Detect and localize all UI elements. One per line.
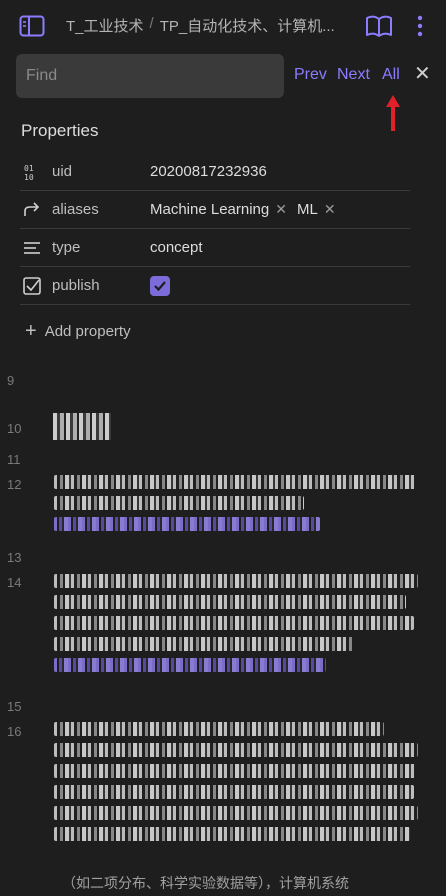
find-bar: Prev Next All ✕ (0, 50, 446, 102)
add-property-button[interactable]: + Add property (25, 321, 131, 341)
breadcrumb-item-note[interactable]: TP_自动化技术、计算机... (160, 15, 335, 36)
line-number: 16 (7, 724, 22, 739)
pixelated-heading (53, 413, 111, 440)
checkbox-icon (20, 274, 44, 298)
sidebar-toggle-icon[interactable] (17, 11, 47, 41)
line-number: 10 (7, 421, 22, 436)
property-row-aliases[interactable]: aliases Machine Learning ✕ ML ✕ (20, 191, 410, 229)
property-row-type[interactable]: type concept (20, 229, 410, 267)
plus-icon: + (25, 320, 37, 342)
number-icon: 01 10 (20, 160, 44, 184)
breadcrumb-item-folder[interactable]: T_工业技术 (66, 15, 144, 36)
find-next-button[interactable]: Next (337, 66, 370, 84)
alias-pill-text[interactable]: ML (297, 201, 318, 218)
pixelated-paragraph (54, 475, 416, 538)
red-arrow-annotation (386, 95, 400, 131)
property-row-publish[interactable]: publish (20, 267, 410, 305)
line-number: 13 (7, 550, 22, 565)
property-value[interactable]: concept (150, 239, 203, 256)
remove-alias-icon[interactable]: ✕ (275, 201, 287, 218)
text-lines-icon (20, 236, 44, 260)
property-key: publish (52, 277, 100, 294)
line-number: 15 (7, 699, 22, 714)
alias-pills: Machine Learning ✕ ML ✕ (150, 201, 340, 218)
find-prev-button[interactable]: Prev (294, 66, 327, 84)
more-options-icon[interactable] (410, 11, 430, 41)
breadcrumb: T_工业技术 / TP_自动化技术、计算机... (66, 15, 335, 36)
line-number: 11 (7, 452, 21, 467)
find-all-button[interactable]: All (382, 66, 400, 84)
add-property-label: Add property (44, 322, 131, 340)
line-number: 9 (7, 373, 15, 388)
publish-checkbox-wrap (150, 275, 170, 296)
property-row-uid[interactable]: 01 10 uid 20200817232936 (20, 153, 410, 191)
property-key: uid (52, 163, 73, 180)
properties-title: Properties (21, 121, 99, 140)
alias-arrow-icon (20, 198, 44, 222)
reading-mode-book-icon[interactable] (364, 11, 394, 41)
top-bar: T_工业技术 / TP_自动化技术、计算机... (0, 0, 446, 50)
alias-pill-text[interactable]: Machine Learning (150, 201, 269, 218)
property-value[interactable]: 20200817232936 (150, 163, 267, 180)
partial-line-text: （如二项分布、科学实验数据等），计算机系统 (62, 875, 349, 891)
find-close-button[interactable]: ✕ (414, 64, 431, 84)
svg-text:10: 10 (24, 173, 34, 181)
property-key: type (52, 239, 81, 256)
pixelated-paragraph (54, 722, 418, 848)
find-input[interactable] (16, 54, 284, 98)
line-number: 14 (7, 575, 22, 590)
svg-text:01: 01 (24, 164, 34, 173)
line-number: 12 (7, 477, 22, 492)
pixelated-paragraph (54, 574, 418, 679)
publish-checkbox[interactable] (150, 275, 170, 296)
breadcrumb-separator: / (149, 15, 154, 32)
property-key: aliases (52, 201, 99, 218)
remove-alias-icon[interactable]: ✕ (324, 201, 336, 218)
